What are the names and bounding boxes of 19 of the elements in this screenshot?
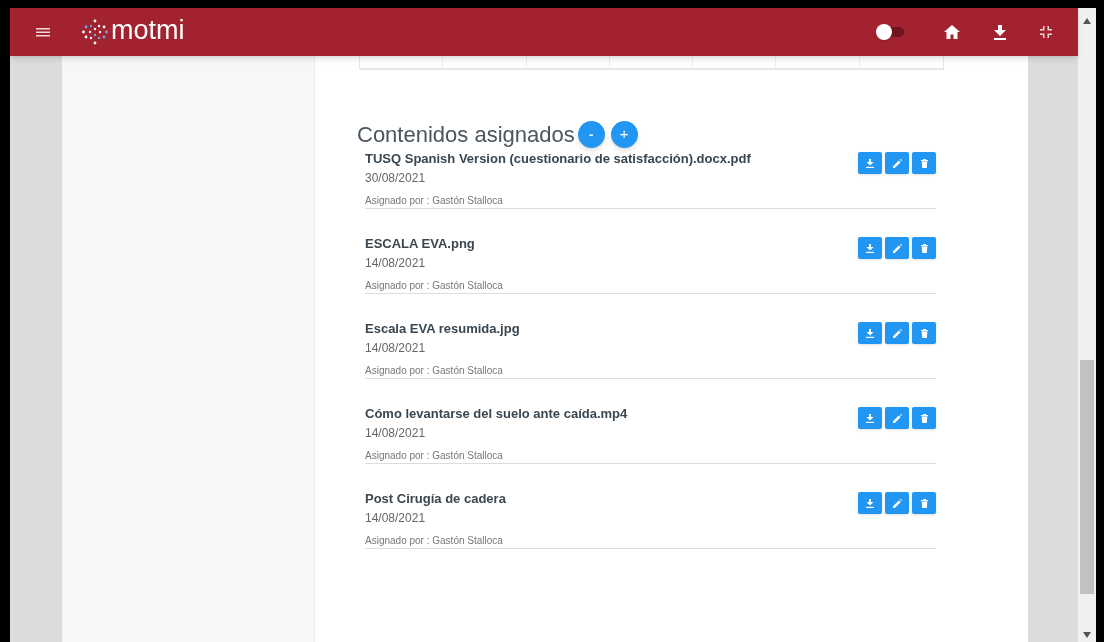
content-date: 30/08/2021: [365, 170, 427, 187]
app-logo: motmi: [111, 16, 185, 47]
content-title: Cómo levantarse del suelo ante caída.mp4: [365, 406, 629, 422]
content-date: 14/08/2021: [365, 510, 427, 527]
section-title: Contenidos asignados: [357, 121, 575, 149]
content-date: 14/08/2021: [365, 340, 427, 357]
assigned-by-text: Asignado por : Gastón Stalloca: [365, 534, 504, 548]
content-title: Escala EVA resumida.jpg: [365, 321, 521, 337]
assigned-by-text: Asignado por : Gastón Stalloca: [365, 279, 504, 293]
add-button[interactable]: +: [610, 121, 638, 148]
assigned-by-text: Asignado por : Gastón Stalloca: [365, 449, 504, 463]
assigned-by-text: Asignado por : Gastón Stalloca: [365, 364, 504, 378]
content-title: TUSQ Spanish Version (cuestionario de satisfacción).docx.pdf: [365, 151, 752, 167]
content-title: Post Cirugía de cadera: [365, 491, 507, 507]
collapse-button[interactable]: -: [577, 121, 605, 148]
content-date: 14/08/2021: [365, 425, 427, 442]
assigned-by-text: Asignado por : Gastón Stalloca: [365, 194, 504, 208]
content-date: 14/08/2021: [365, 255, 427, 272]
content-title: ESCALA EVA.png: [365, 236, 476, 252]
